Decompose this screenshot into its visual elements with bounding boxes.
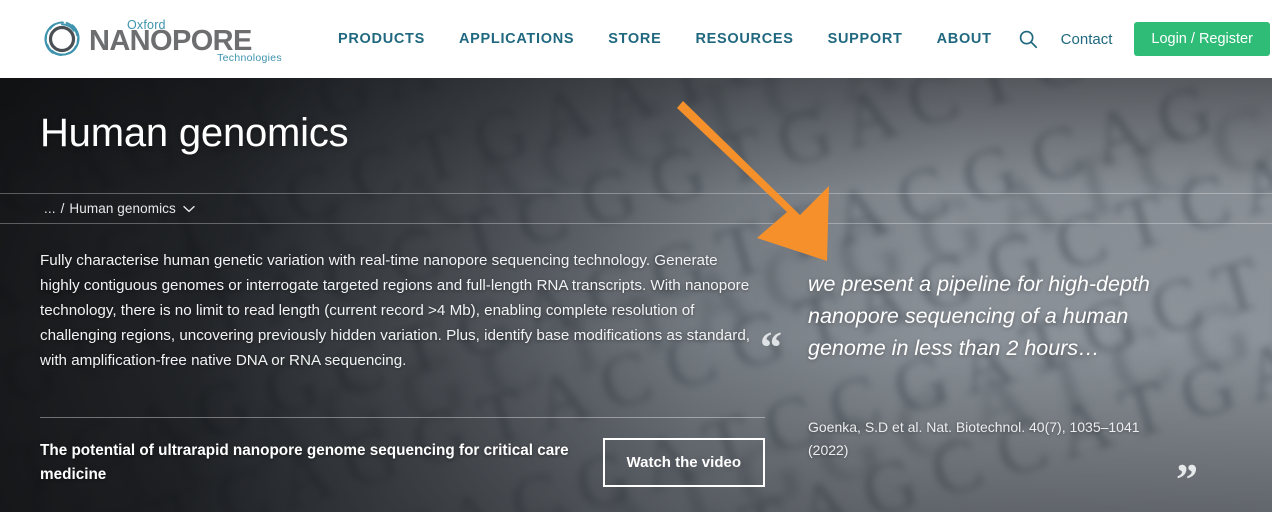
hero-cta-row: The potential of ultrarapid nanopore gen… [40,438,765,487]
breadcrumb[interactable]: ... / Human genomics [44,200,195,218]
nav-item-support[interactable]: SUPPORT [811,31,920,47]
nav-item-store[interactable]: STORE [591,31,678,47]
chevron-down-icon[interactable] [183,200,195,218]
nav-item-products[interactable]: PRODUCTS [321,31,442,47]
quote-close-mark: ” [1176,455,1198,504]
breadcrumb-separator: / [60,201,65,216]
section-divider [40,417,765,418]
login-register-button[interactable]: Login / Register [1134,22,1270,56]
breadcrumb-prefix: ... [44,201,56,216]
contact-link[interactable]: Contact [1061,31,1113,48]
oxford-nanopore-logo[interactable]: Oxford NANOPORE Technologies [39,13,285,65]
search-icon[interactable] [1009,20,1047,58]
quote-citation: Goenka, S.D et al. Nat. Biotechnol. 40(7… [808,419,1140,458]
header-actions: Contact Login / Register [1009,20,1272,58]
site-header: Oxford NANOPORE Technologies PRODUCTS AP… [0,0,1272,78]
nav-item-resources[interactable]: RESOURCES [678,31,810,47]
logo-technologies-text: Technologies [217,52,282,64]
nanopore-swirl-icon [39,16,85,62]
nav-item-applications[interactable]: APPLICATIONS [442,31,591,47]
breadcrumb-current: Human genomics [69,201,176,216]
breadcrumb-bar: ... / Human genomics [0,193,1272,224]
pull-quote-text: we present a pipeline for high-depth nan… [808,272,1150,360]
hero-banner: G A T C A G T C G A C T G A A T C G G T … [0,78,1272,512]
page-root: Oxford NANOPORE Technologies PRODUCTS AP… [0,0,1272,512]
hero-description: Fully characterise human genetic variati… [40,252,751,369]
page-title: Human genomics [40,111,349,155]
cta-headline: The potential of ultrarapid nanopore gen… [40,441,569,483]
quote-open-mark: “ [760,323,782,372]
watch-the-video-button[interactable]: Watch the video [602,438,765,487]
nav-item-about[interactable]: ABOUT [920,31,1009,47]
logo-wordmark: Oxford NANOPORE Technologies [89,16,285,64]
primary-navigation: PRODUCTS APPLICATIONS STORE RESOURCES SU… [321,31,1009,47]
